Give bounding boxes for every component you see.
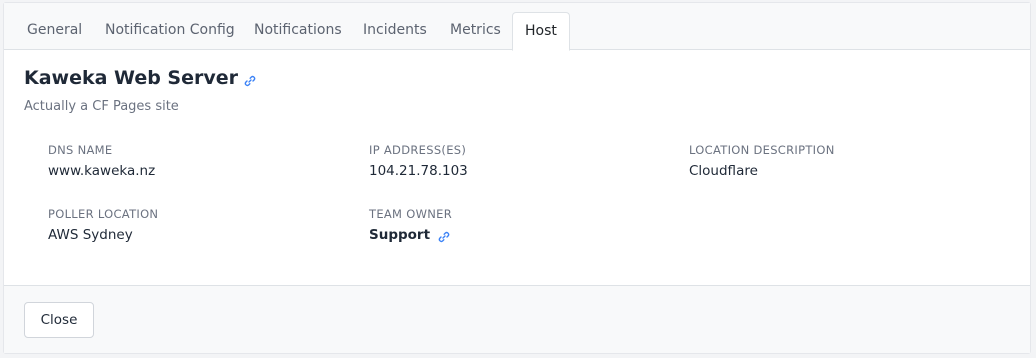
team-owner-label: TEAM OWNER (369, 207, 453, 221)
poller-location-value: AWS Sydney (48, 227, 133, 243)
link-icon[interactable] (244, 75, 256, 87)
tab-general[interactable]: General (27, 12, 82, 50)
poller-location-label: POLLER LOCATION (48, 207, 159, 221)
location-description-label: LOCATION DESCRIPTION (689, 143, 835, 157)
tab-notification-config[interactable]: Notification Config (105, 12, 235, 50)
host-title-row: Kaweka Web Server (24, 67, 256, 89)
location-description-value: Cloudflare (689, 163, 758, 179)
tab-bar: General Notification Config Notification… (4, 3, 1030, 51)
close-button[interactable]: Close (24, 302, 94, 338)
tab-notifications[interactable]: Notifications (254, 12, 342, 50)
tab-metrics[interactable]: Metrics (450, 12, 501, 50)
host-panel: General Notification Config Notification… (3, 2, 1031, 354)
team-owner-value[interactable]: Support (369, 227, 430, 243)
ip-addresses-label: IP ADDRESS(ES) (369, 143, 467, 157)
team-owner-row: Support (369, 227, 450, 243)
host-description: Actually a CF Pages site (24, 99, 179, 114)
dns-name-value: www.kaweka.nz (48, 163, 156, 179)
ip-addresses-value: 104.21.78.103 (369, 163, 468, 179)
host-name: Kaweka Web Server (24, 67, 239, 89)
tab-host[interactable]: Host (512, 12, 570, 51)
team-link-icon[interactable] (438, 231, 450, 243)
tab-incidents[interactable]: Incidents (363, 12, 427, 50)
panel-footer: Close (4, 285, 1030, 353)
dns-name-label: DNS NAME (48, 143, 113, 157)
